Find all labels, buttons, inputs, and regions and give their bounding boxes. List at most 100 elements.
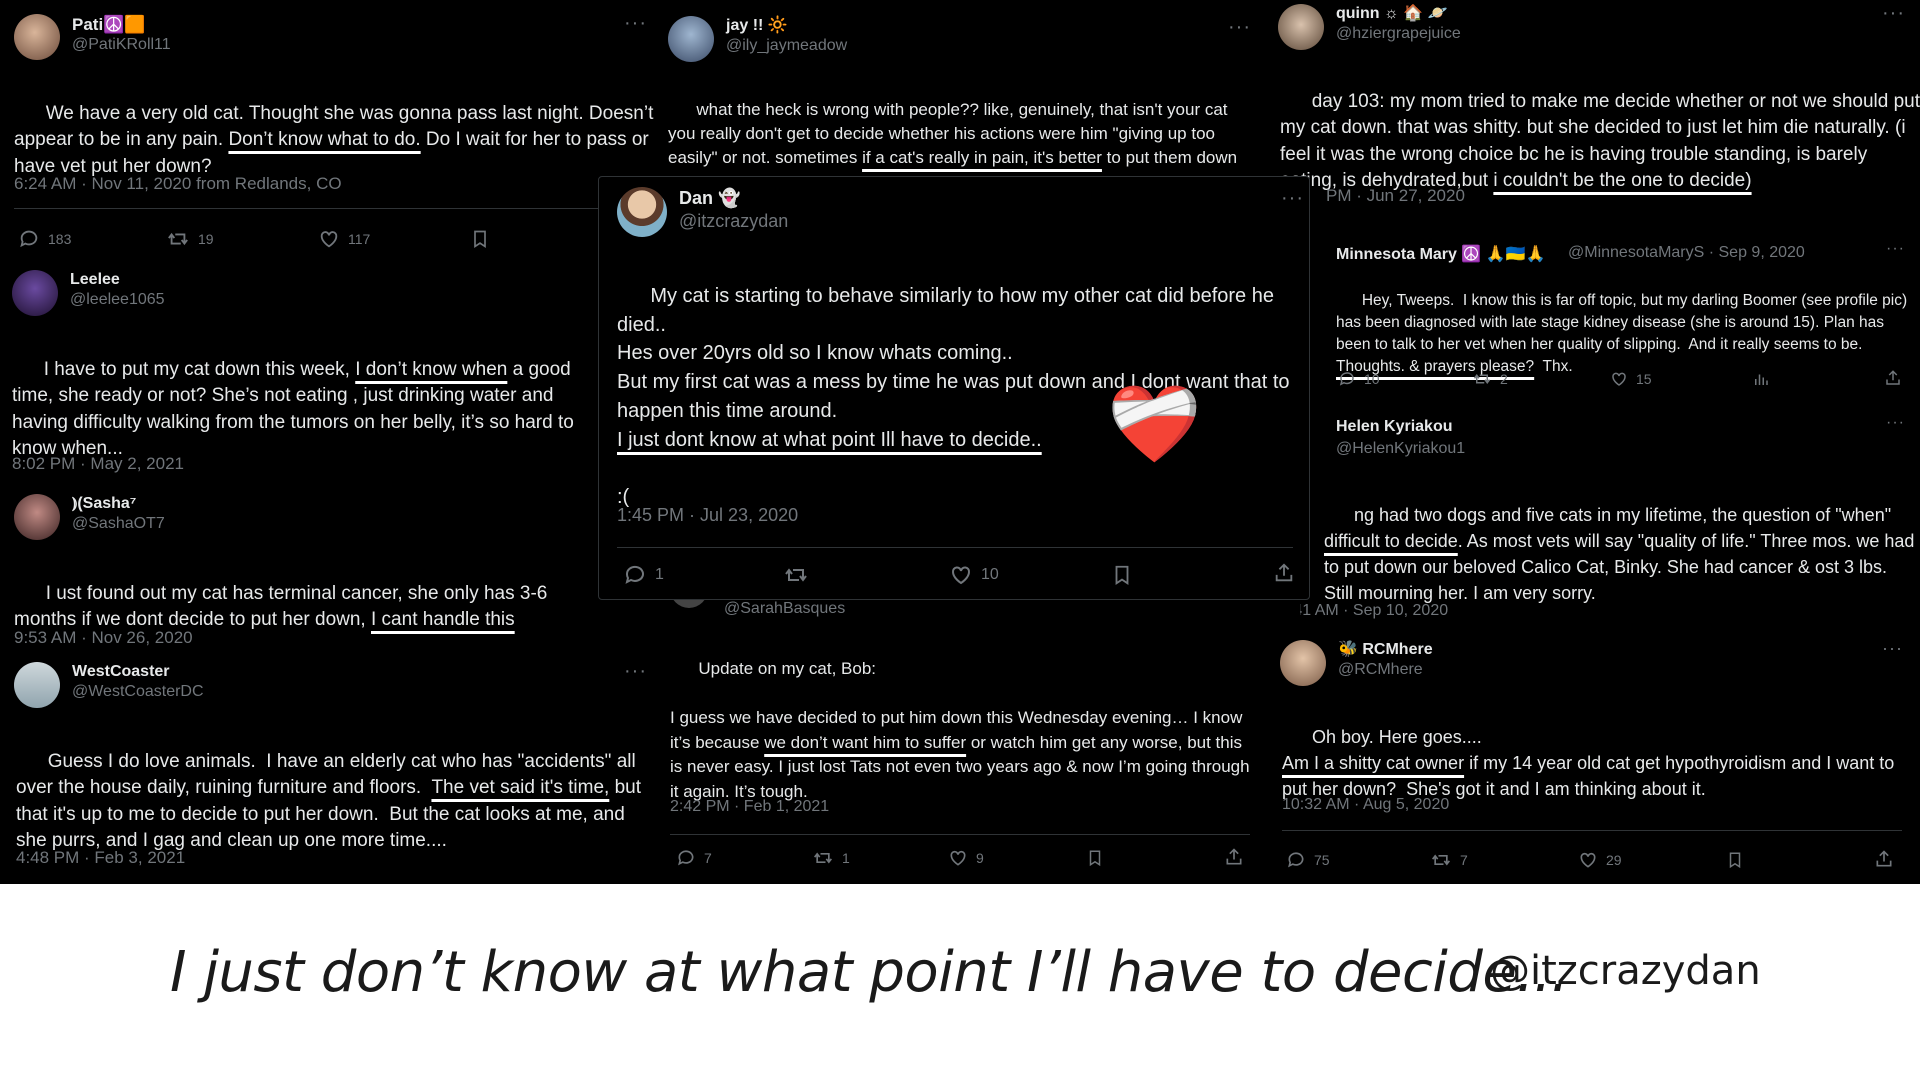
tweet-card-minnesota-mary[interactable]: Minnesota Mary ☮️ 🙏🇺🇦🙏 @MinnesotaMaryS ·… xyxy=(1320,232,1920,402)
more-options-icon[interactable]: ··· xyxy=(1886,240,1905,258)
user-handle[interactable]: @itzcrazydan xyxy=(679,210,788,233)
tweet-card-helen[interactable]: Helen Kyriakou @HelenKyriakou1 ··· ng ha… xyxy=(1300,402,1920,634)
reply-button[interactable]: 1 xyxy=(623,563,664,587)
like-button[interactable]: 10 xyxy=(949,563,999,587)
caption-handle: @itzcrazydan xyxy=(1490,948,1761,994)
user-handle[interactable]: @leelee1065 xyxy=(70,290,165,310)
avatar[interactable] xyxy=(668,16,714,62)
avatar[interactable] xyxy=(1280,640,1326,686)
more-options-icon[interactable]: ··· xyxy=(1228,16,1251,39)
more-options-icon[interactable]: ··· xyxy=(1281,187,1304,210)
retweet-icon xyxy=(1473,374,1491,384)
mending-heart-emoji: ❤️‍🩹 xyxy=(1107,382,1202,467)
heart-icon xyxy=(950,850,966,866)
tweet-card-sarah[interactable]: @SarahBasques Update on my cat, Bob: I g… xyxy=(658,590,1262,884)
tweet-card-pati[interactable]: Pati☮️🟧 @PatiKRoll11 ··· We have a very o… xyxy=(0,0,660,262)
tweet-timestamp[interactable]: 9:53 AM · Nov 26, 2020 xyxy=(14,628,193,648)
reply-button[interactable]: 10 xyxy=(1338,370,1380,388)
display-name[interactable]: Minnesota Mary ☮️ 🙏🇺🇦🙏 xyxy=(1336,244,1546,264)
tweet-card-dan[interactable]: Dan 👻 @itzcrazydan ··· My cat is starting… xyxy=(598,176,1310,600)
reply-icon xyxy=(20,230,38,248)
user-handle[interactable]: @WestCoasterDC xyxy=(72,682,204,702)
retweet-button[interactable]: 7 xyxy=(1430,850,1468,870)
tweet-timestamp[interactable]: 8:02 PM · May 2, 2021 xyxy=(12,454,184,474)
avatar[interactable] xyxy=(14,662,60,708)
tweet-card-rcmhere[interactable]: 🐝 RCMhere @RCMhere ··· Oh boy. Here goes.… xyxy=(1264,634,1920,884)
tweet-card-quinn[interactable]: quinn ☼ 🏠 🪐 @hziergrapejuice ··· day 103:… xyxy=(1264,0,1920,215)
more-options-icon[interactable]: ··· xyxy=(624,660,647,683)
more-options-icon[interactable]: ··· xyxy=(1882,2,1905,25)
tweet-text: what the heck is wrong with people?? lik… xyxy=(668,100,1238,168)
reply-button[interactable]: 183 xyxy=(18,228,71,250)
share-button[interactable] xyxy=(1884,368,1910,388)
user-handle[interactable]: @SarahBasques xyxy=(724,600,845,618)
avatar[interactable] xyxy=(14,494,60,540)
share-button[interactable] xyxy=(1874,848,1902,870)
display-name[interactable]: quinn ☼ 🏠 🪐 xyxy=(1336,4,1461,24)
user-handle[interactable]: @hziergrapejuice xyxy=(1336,24,1461,44)
reply-button[interactable]: 7 xyxy=(676,848,712,868)
user-handle[interactable]: @ily_jaymeadow xyxy=(726,36,847,56)
reply-icon xyxy=(1288,852,1304,868)
like-button[interactable]: 15 xyxy=(1610,370,1652,388)
user-handle[interactable]: @HelenKyriakou1 xyxy=(1336,440,1465,458)
like-button[interactable]: 9 xyxy=(948,848,984,868)
user-handle[interactable]: @MinnesotaMaryS · Sep 9, 2020 xyxy=(1568,244,1805,262)
tweet-timestamp[interactable]: 6:41 AM · Sep 10, 2020 xyxy=(1300,602,1448,620)
bookmark-icon xyxy=(474,230,486,249)
retweet-icon xyxy=(1432,854,1450,866)
tweet-timestamp[interactable]: PM · Jun 27, 2020 xyxy=(1326,186,1465,206)
share-icon xyxy=(1876,850,1892,867)
retweet-icon xyxy=(168,232,188,246)
avatar[interactable] xyxy=(617,187,667,237)
bookmark-icon xyxy=(1115,565,1129,585)
tweet-collage: Pati☮️🟧 @PatiKRoll11 ··· We have a very o… xyxy=(0,0,1920,884)
tweet-card-leelee[interactable]: Leelee @leelee1065 I have to put my cat d… xyxy=(0,262,600,480)
display-name[interactable]: WestCoaster xyxy=(72,662,204,682)
display-name[interactable]: Pati☮️🟧 xyxy=(72,14,171,35)
retweet-button[interactable]: 2 xyxy=(1472,370,1508,388)
tweet-card-jay[interactable]: jay !! 🔆 @ily_jaymeadow ··· what the heck… xyxy=(660,0,1260,175)
user-handle[interactable]: @RCMhere xyxy=(1338,660,1433,680)
share-button[interactable] xyxy=(1273,561,1303,585)
tweet-timestamp[interactable]: 4:48 PM · Feb 3, 2021 xyxy=(16,848,185,868)
bookmark-button[interactable] xyxy=(1726,850,1752,870)
share-icon xyxy=(1886,370,1900,385)
display-name[interactable]: Dan 👻 xyxy=(679,187,788,210)
tweet-card-sasha[interactable]: ⦆(Sasha⁷ @SashaOT7 I ust found out my cat… xyxy=(0,480,600,652)
display-name[interactable]: 🐝 RCMhere xyxy=(1338,640,1433,660)
avatar[interactable] xyxy=(14,14,60,60)
more-options-icon[interactable]: ··· xyxy=(1886,414,1905,432)
reply-button[interactable]: 75 xyxy=(1286,850,1330,870)
bookmark-button[interactable] xyxy=(1086,848,1112,868)
like-button[interactable]: 29 xyxy=(1578,850,1622,870)
tweet-timestamp[interactable]: 1:45 PM · Jul 23, 2020 xyxy=(617,505,798,526)
more-options-icon[interactable]: ··· xyxy=(1882,638,1903,659)
more-options-icon[interactable]: ··· xyxy=(624,12,647,35)
avatar[interactable] xyxy=(12,270,58,316)
analytics-button[interactable] xyxy=(1752,370,1778,388)
display-name[interactable]: Leelee xyxy=(70,270,165,290)
bookmark-button[interactable] xyxy=(470,228,498,250)
tweet-card-westcoaster[interactable]: WestCoaster @WestCoasterDC ··· Guess I do… xyxy=(0,652,658,884)
retweet-icon xyxy=(814,852,832,864)
retweet-button[interactable] xyxy=(783,563,817,587)
display-name[interactable]: Helen Kyriakou xyxy=(1336,418,1452,436)
retweet-button[interactable]: 19 xyxy=(166,228,214,250)
avatar[interactable] xyxy=(1278,4,1324,50)
tweet-timestamp[interactable]: 6:24 AM · Nov 11, 2020 from Redlands, CO xyxy=(14,174,342,194)
display-name[interactable]: ⦆(Sasha⁷ xyxy=(72,494,165,514)
retweet-button[interactable]: 1 xyxy=(812,848,850,868)
user-handle[interactable]: @SashaOT7 xyxy=(72,514,165,534)
caption-quote: I just don’t know at what point I’ll hav… xyxy=(170,940,1569,1005)
reply-icon xyxy=(625,565,644,584)
reply-icon xyxy=(1339,372,1354,386)
bookmark-button[interactable] xyxy=(1111,563,1141,587)
tweet-timestamp[interactable]: 2:42 PM · Feb 1, 2021 xyxy=(670,798,829,816)
share-button[interactable] xyxy=(1224,846,1252,868)
user-handle[interactable]: @PatiKRoll11 xyxy=(72,35,171,55)
heart-icon xyxy=(1612,372,1626,386)
like-button[interactable]: 117 xyxy=(318,228,370,250)
display-name[interactable]: jay !! 🔆 xyxy=(726,16,847,36)
tweet-timestamp[interactable]: 10:32 AM · Aug 5, 2020 xyxy=(1282,796,1449,814)
